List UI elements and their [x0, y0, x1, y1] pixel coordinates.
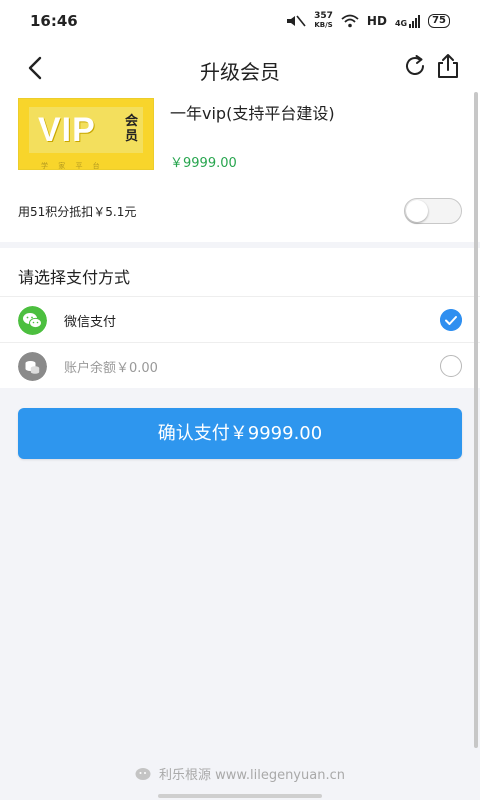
vip-badge: VIP 会员	[29, 107, 143, 153]
vip-product-image: VIP 会员 学 家 平 台	[18, 98, 154, 170]
payment-section: 请选择支付方式 微信支付 账户余额￥0.00	[0, 248, 480, 388]
product-card: VIP 会员 学 家 平 台 一年vip(支持平台建设) ￥9999.00 用5…	[0, 92, 480, 242]
wallet-icon	[18, 352, 47, 381]
refresh-icon[interactable]	[402, 53, 428, 79]
watermark: 利乐根源 www.lilegenyuan.cn	[0, 764, 480, 783]
nav-bar: 升级会员	[0, 44, 480, 92]
payment-option-balance[interactable]: 账户余额￥0.00	[0, 342, 480, 388]
watermark-icon	[135, 768, 151, 780]
wechat-icon	[18, 306, 47, 335]
signal-bar	[415, 17, 418, 28]
unchecked-radio-icon[interactable]	[440, 355, 462, 377]
status-icons: 357 KB/S HD 4G 75	[284, 12, 450, 30]
network-speed-value: 357	[314, 11, 333, 21]
account-balance-label: 账户余额￥0.00	[64, 361, 158, 376]
product-price: ￥9999.00	[170, 156, 237, 171]
payment-option-wechat[interactable]: 微信支付	[0, 296, 480, 342]
home-indicator[interactable]	[158, 794, 322, 798]
scrollbar[interactable]	[474, 92, 478, 748]
product-name: 一年vip(支持平台建设)	[170, 104, 335, 123]
signal-bar	[412, 20, 415, 28]
status-bar: 16:46 357 KB/S HD 4G 75	[0, 0, 480, 44]
vip-subtext: 学 家 平 台	[41, 162, 104, 170]
vip-text: VIP	[38, 111, 96, 149]
signal-bar	[418, 14, 421, 28]
battery-indicator: 75	[428, 14, 450, 28]
share-icon[interactable]	[434, 52, 462, 80]
payment-heading: 请选择支付方式	[18, 268, 131, 287]
signal-bar	[409, 23, 412, 28]
network-speed: 357 KB/S	[314, 12, 333, 30]
hd-label: HD	[366, 14, 387, 28]
points-deduction-label: 用51积分抵扣￥5.1元	[18, 205, 137, 219]
signal-label: 4G	[394, 18, 408, 28]
toggle-knob	[406, 200, 428, 222]
signal-icon: 4G	[394, 14, 421, 28]
watermark-text: 利乐根源 www.lilegenyuan.cn	[159, 768, 345, 783]
network-speed-unit: KB/S	[314, 21, 333, 29]
wifi-icon	[341, 14, 359, 28]
confirm-payment-button[interactable]: 确认支付￥9999.00	[18, 408, 462, 459]
points-toggle[interactable]	[404, 198, 462, 224]
wechat-pay-label: 微信支付	[64, 315, 117, 330]
mute-icon	[287, 15, 306, 27]
checked-radio-icon[interactable]	[440, 309, 462, 331]
vip-cn-text: 会员	[125, 114, 139, 144]
status-time: 16:46	[30, 12, 78, 30]
